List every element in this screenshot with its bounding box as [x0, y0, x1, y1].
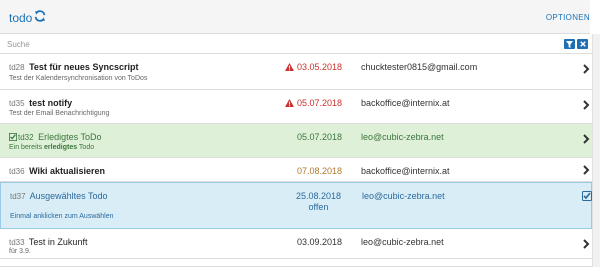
- todo-date-text: 05.07.2018: [296, 98, 342, 108]
- search-input[interactable]: [0, 34, 560, 54]
- check-square-icon[interactable]: [582, 191, 592, 201]
- todo-subtitle: Test der Email Benachrichtigung: [9, 110, 110, 117]
- todo-name: Erledigtes ToDo: [38, 132, 102, 142]
- subtitle-text: Ein bereits: [9, 144, 45, 151]
- todo-title: td33 Test in Zukunft: [9, 237, 87, 247]
- todo-email: leo@cubic-zebra.net: [361, 237, 444, 247]
- todo-title: td36 Wiki aktualisieren: [9, 166, 105, 176]
- list-item[interactable]: td33 Test in Zukunft für 3.9. 03.09.2018…: [0, 229, 592, 259]
- todo-title: td28 Test für neues Syncscript: [9, 62, 138, 72]
- subtitle-bold-text: erledigtes: [44, 144, 78, 151]
- todo-subtitle: Ein bereits erledigtes Todo: [9, 144, 94, 151]
- todo-id: td32: [18, 133, 34, 142]
- todo-email: backoffice@internix.at: [361, 98, 450, 108]
- todo-name: Test in Zukunft: [28, 237, 88, 247]
- todo-name: Wiki aktualisieren: [29, 166, 106, 176]
- todo-email: leo@cubic-zebra.net: [361, 132, 444, 142]
- todo-email: chucktester0815@gmail.com: [361, 62, 478, 72]
- todo-name: Ausgewähltes Todo: [29, 191, 108, 201]
- todo-date: 05.07.2018: [296, 132, 342, 142]
- todo-email: backoffice@internix.at: [361, 166, 450, 176]
- close-icon: [579, 41, 586, 47]
- todo-subtitle: für 3.9.: [9, 248, 31, 255]
- list-item[interactable]: td28 Test für neues Syncscript Test der …: [0, 54, 592, 90]
- list-item[interactable]: td32 Erledigtes ToDo Ein bereits erledig…: [0, 124, 592, 158]
- todo-email: leo@cubic-zebra.net: [362, 191, 445, 201]
- chevron-right-icon[interactable]: [582, 165, 590, 175]
- todo-subtitle: Einmal anklicken zum Auswählen: [10, 213, 114, 220]
- todo-subtitle: Test der Kalendersynchronisation von ToD…: [9, 75, 148, 82]
- filter-icon: [566, 40, 573, 48]
- search-bar: [0, 34, 592, 54]
- todo-status: offen: [308, 202, 329, 212]
- chevron-right-icon[interactable]: [582, 64, 590, 74]
- refresh-icon[interactable]: [33, 9, 47, 23]
- list-item[interactable]: td36 Wiki aktualisieren 07.08.2018 backo…: [0, 158, 592, 182]
- todo-title: td32 Erledigtes ToDo: [9, 132, 101, 142]
- warning-icon: [285, 63, 294, 71]
- scrollbar[interactable]: [592, 34, 600, 267]
- todo-date-text: 25.08.2018: [295, 191, 341, 201]
- todo-id: td28: [9, 63, 25, 72]
- todo-name: test notify: [29, 98, 73, 108]
- list-item-selected[interactable]: td37 Ausgewähltes Todo Einmal anklicken …: [0, 182, 592, 229]
- todo-date: 05.07.2018: [285, 98, 342, 108]
- todo-date-text: 03.05.2018: [296, 62, 342, 72]
- options-button[interactable]: OPTIONEN: [546, 13, 590, 22]
- todo-date: 03.09.2018: [296, 237, 342, 247]
- chevron-right-icon[interactable]: [582, 239, 590, 249]
- todo-date: 25.08.2018 offen: [296, 191, 341, 213]
- todo-date: 03.05.2018: [285, 62, 342, 72]
- todo-title: td37 Ausgewähltes Todo: [10, 191, 107, 201]
- subtitle-text: Todo: [77, 144, 95, 151]
- warning-icon: [285, 99, 294, 107]
- page-title: todo: [9, 11, 33, 25]
- todo-id: td33: [9, 238, 25, 247]
- todo-id: td35: [9, 99, 25, 108]
- todo-list: td28 Test für neues Syncscript Test der …: [0, 54, 592, 267]
- todo-title: td35 test notify: [9, 98, 72, 108]
- list-item[interactable]: td35 test notify Test der Email Benachri…: [0, 90, 592, 124]
- todo-id: td36: [9, 167, 25, 176]
- checked-box-icon: [9, 133, 17, 141]
- chevron-right-icon[interactable]: [582, 134, 590, 144]
- list-item-partial: [0, 259, 592, 267]
- chevron-right-icon[interactable]: [582, 100, 590, 110]
- filter-button[interactable]: [564, 39, 575, 49]
- todo-name: Test für neues Syncscript: [29, 62, 139, 72]
- header-bar: todo OPTIONEN: [0, 0, 590, 34]
- todo-date: 07.08.2018: [296, 166, 342, 176]
- todo-id: td37: [10, 192, 26, 201]
- clear-search-button[interactable]: [577, 39, 588, 49]
